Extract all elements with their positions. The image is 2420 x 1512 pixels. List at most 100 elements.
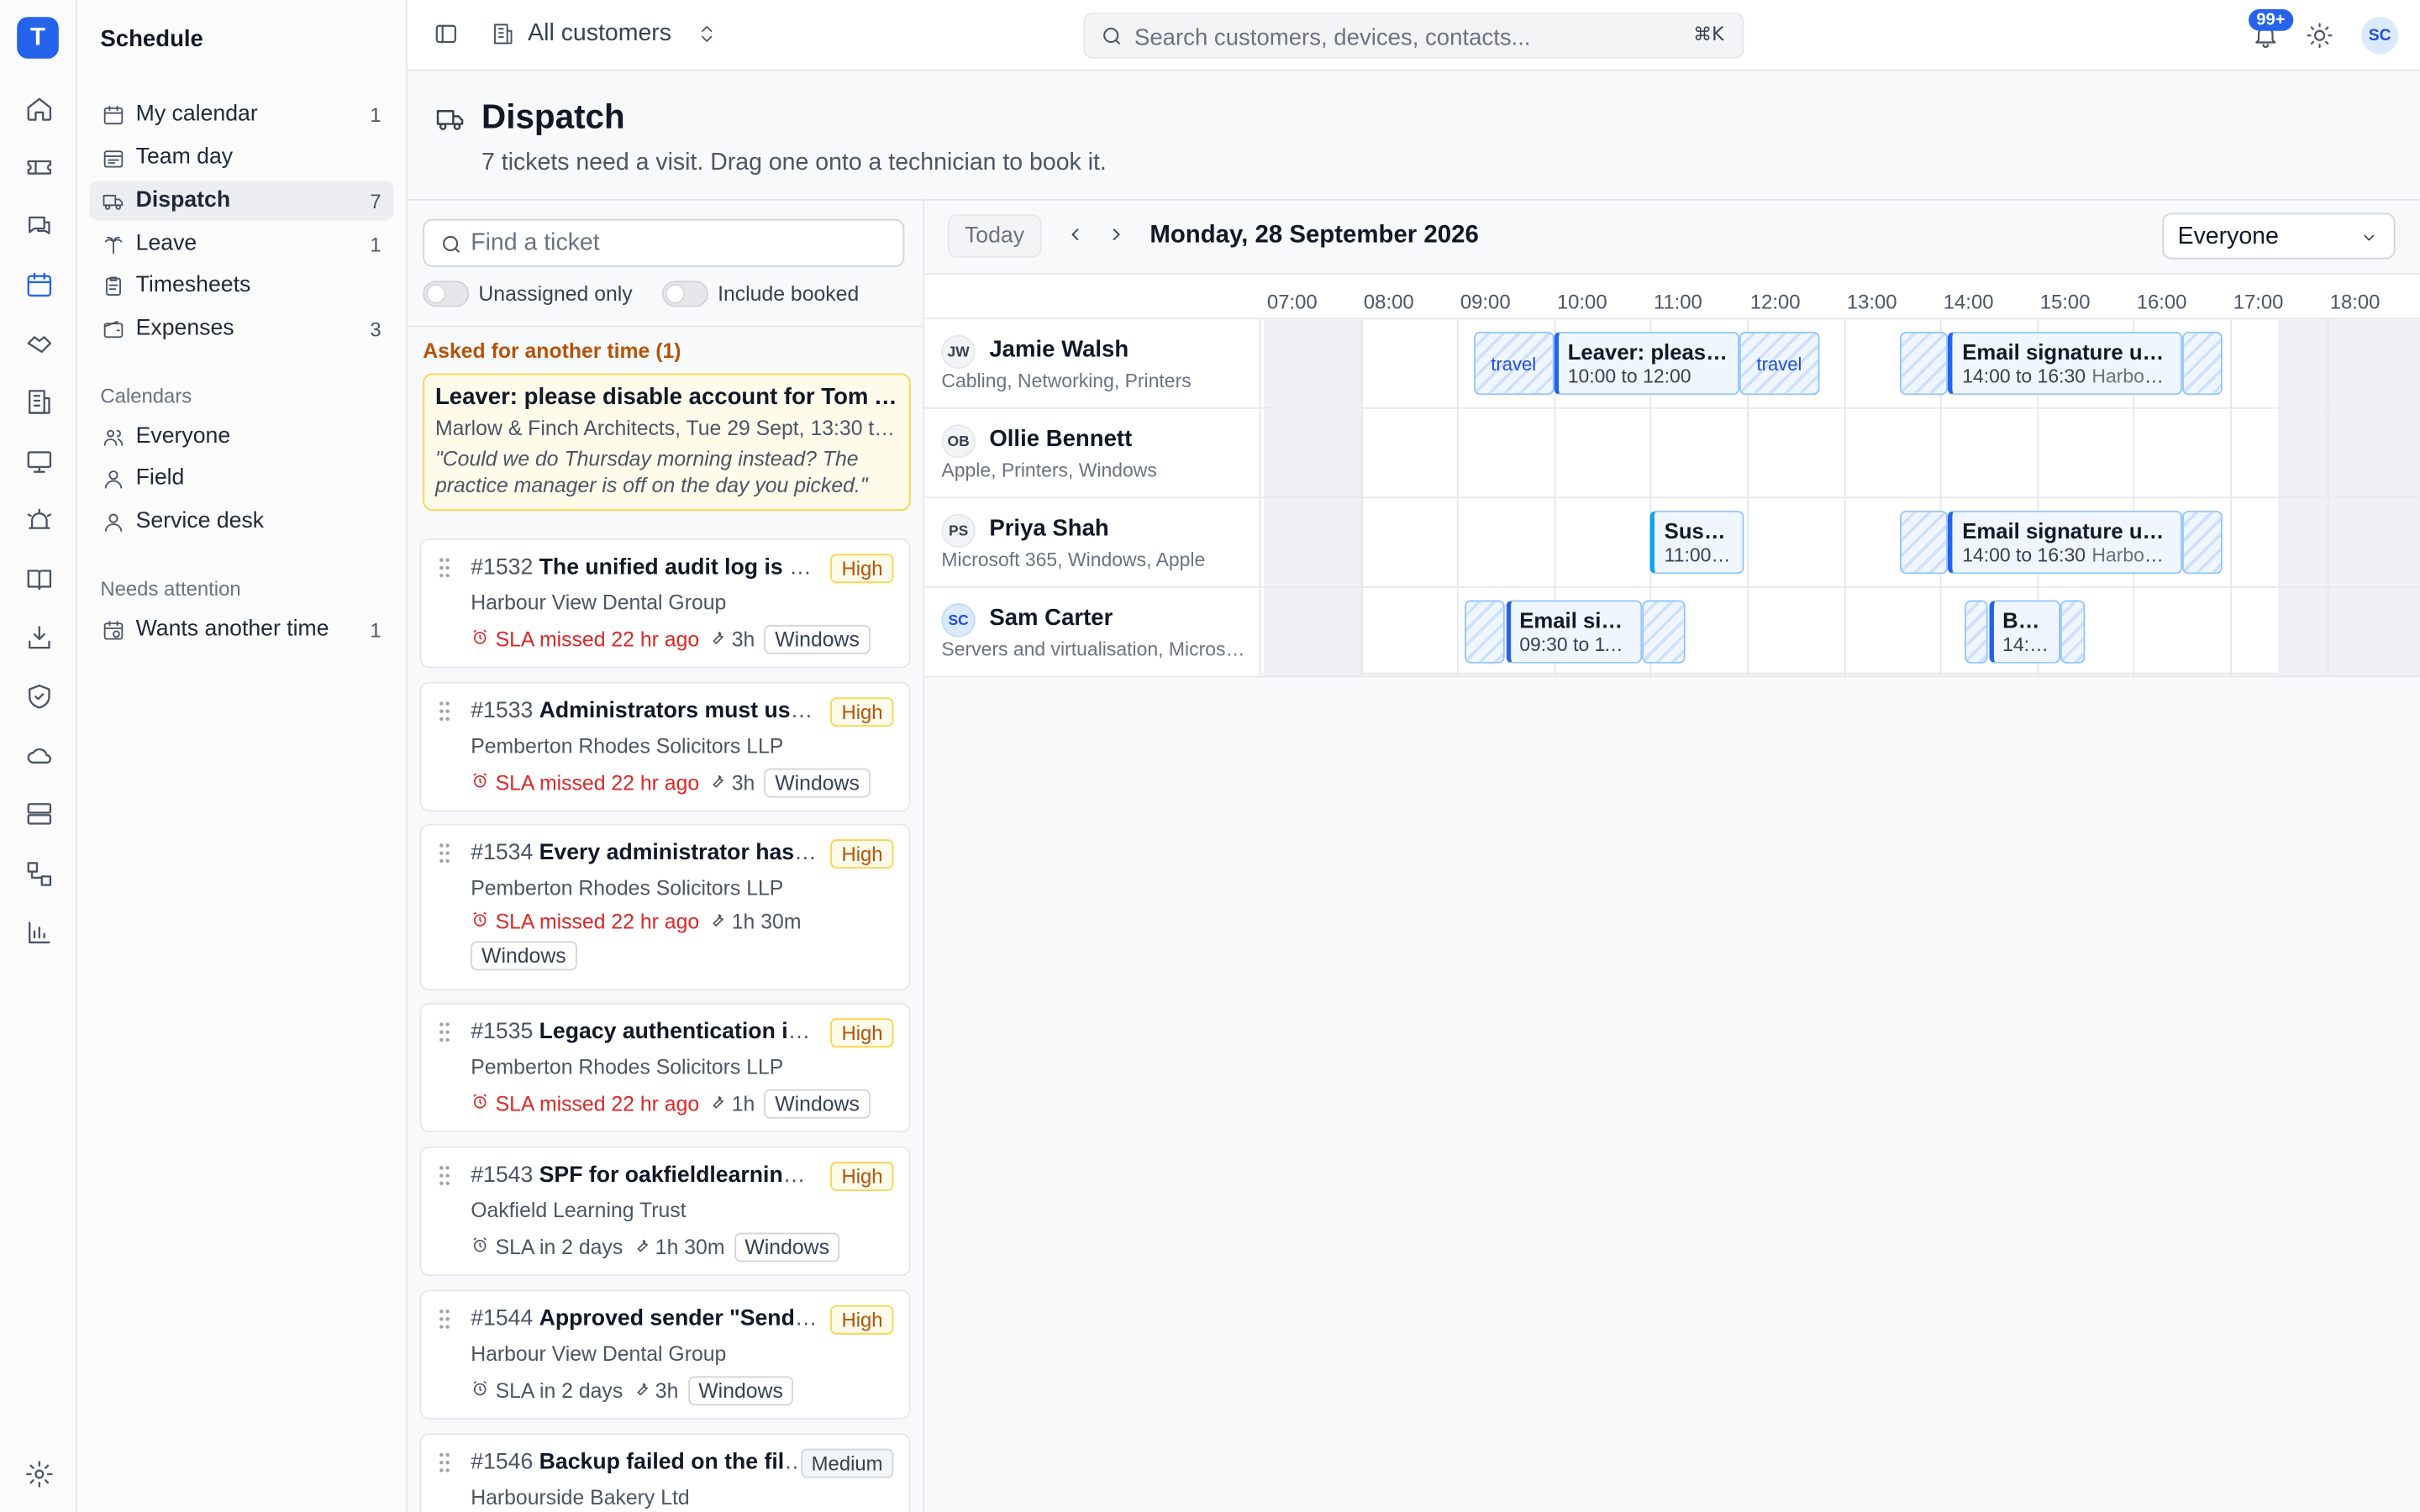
customer-filter[interactable]: All customers <box>528 20 671 48</box>
hour-gridline <box>2326 587 2328 676</box>
booking-block[interactable]: Email signature check09:30 to 11:00 <box>1505 600 1643 664</box>
download-tray-icon[interactable] <box>22 620 55 654</box>
hour-gridline <box>1844 408 1845 497</box>
drag-handle-icon[interactable] <box>439 1309 451 1331</box>
drag-handle-icon[interactable] <box>439 701 451 722</box>
reports-chart-icon[interactable] <box>22 915 55 948</box>
estimated-duration: 1h 30m <box>708 911 801 933</box>
ticket-heading: #1532 The unified audit log is not enabl… <box>471 555 818 580</box>
booking-block[interactable]: Email signature update14:00 to 16:30Harb… <box>1948 331 2182 396</box>
chat-icon[interactable] <box>22 208 55 242</box>
monitor-icon[interactable] <box>22 444 55 478</box>
sidebar-item-team-day[interactable]: Team day <box>90 137 394 177</box>
ticket-heading: #1533 Administrators must use MFA <box>471 699 818 723</box>
ticket-card[interactable]: #1543 SPF for oakfieldlearning trust is … <box>419 1146 911 1276</box>
alarm-clock-icon <box>471 1236 495 1259</box>
toggle-switch[interactable] <box>423 280 470 307</box>
sidebar-toggle-icon[interactable] <box>432 20 460 48</box>
hour-gridline <box>1747 408 1749 497</box>
hour-gridline <box>1360 587 1363 676</box>
ticket-icon[interactable] <box>22 150 55 183</box>
handshake-icon[interactable] <box>22 326 55 360</box>
hour-label: 14:00 <box>1943 290 1994 313</box>
hour-gridline <box>2326 319 2328 407</box>
home-icon[interactable] <box>22 91 55 124</box>
hour-label: 11:00 <box>1653 290 1702 313</box>
ticket-card[interactable]: #1544 Approved sender "Sender" bypasses … <box>419 1289 911 1420</box>
app-logo[interactable]: T <box>17 17 59 59</box>
wallet-icon <box>102 317 125 340</box>
hour-gridline <box>1844 498 1845 586</box>
booking-block[interactable]: Suspicious sign-in review11:00 to 12:00 <box>1650 510 1744 575</box>
find-ticket[interactable] <box>423 218 905 267</box>
today-button[interactable]: Today <box>947 214 1042 258</box>
global-search[interactable]: ⌘K <box>1083 12 1744 59</box>
workflow-icon[interactable] <box>22 856 55 890</box>
search-input[interactable] <box>1134 19 1660 55</box>
asked-ticket-card[interactable]: Leaver: please disable account for Tom A… <box>423 373 911 511</box>
sidebar-item-dispatch[interactable]: Dispatch 7 <box>89 180 394 221</box>
calendar-icon[interactable] <box>22 267 55 301</box>
travel-block: travel <box>1473 331 1555 396</box>
alarm-clock-icon <box>471 1379 495 1403</box>
chevron-right-icon[interactable] <box>1102 221 1129 249</box>
drag-handle-icon[interactable] <box>439 1021 451 1043</box>
drag-handle-icon[interactable] <box>439 843 451 864</box>
shield-icon[interactable] <box>22 679 55 712</box>
toggle-switch[interactable] <box>661 280 709 307</box>
sidebar-item-my-calendar[interactable]: My calendar 1 <box>90 94 394 134</box>
sidebar-item-label: Leave <box>135 231 197 256</box>
sidebar-item-count: 1 <box>370 617 381 642</box>
ticket-customer: Harbour View Dental Group <box>471 591 727 615</box>
ticket-card[interactable]: #1535 Legacy authentication is not block… <box>419 1002 911 1133</box>
technician-avatar: JW <box>941 334 976 369</box>
sun-icon[interactable] <box>2306 22 2333 50</box>
ticket-card[interactable]: #1533 Administrators must use MFA High Pem… <box>419 681 911 812</box>
sidebar-item-timesheets[interactable]: Timesheets <box>90 265 394 306</box>
notifications-badge: 99+ <box>2249 9 2293 31</box>
book-icon[interactable] <box>22 562 55 596</box>
people-filter-select[interactable]: Everyone <box>2162 213 2396 260</box>
sidebar-item-wants-another-time[interactable]: Wants another time 1 <box>90 609 394 649</box>
technician-skills: Servers and virtualisation, Microsoft 36… <box>941 638 1249 661</box>
hour-gridline <box>1457 498 1460 586</box>
technician-info: PS Priya Shah Microsoft 365, Windows, Appl… <box>924 498 1261 586</box>
hour-label: 09:00 <box>1460 290 1511 313</box>
building-icon[interactable] <box>22 384 55 417</box>
travel-block <box>1900 510 1949 575</box>
sidebar-item-label: Expenses <box>135 316 234 341</box>
sidebar-item-service-desk[interactable]: Service desk <box>90 501 394 542</box>
server-icon[interactable] <box>22 796 55 830</box>
sidebar-item-expenses[interactable]: Expenses 3 <box>90 308 394 349</box>
ticket-card[interactable]: #1534 Every administrator has a second a… <box>419 823 911 991</box>
calendar-list-icon <box>102 146 125 170</box>
hour-gridline <box>1360 319 1363 407</box>
technician-info: JW Jamie Walsh Cabling, Networking, Printe… <box>924 319 1261 407</box>
chevron-up-down-icon[interactable] <box>696 22 718 46</box>
sidebar-item-leave[interactable]: Leave 1 <box>90 223 394 264</box>
alarm-clock-icon <box>471 1092 495 1116</box>
ticket-card[interactable]: #1532 The unified audit log is not enabl… <box>419 538 911 669</box>
wrench-icon <box>708 628 732 652</box>
sidebar-item-everyone[interactable]: Everyone <box>90 417 394 457</box>
include-booked-toggle[interactable]: Include booked <box>661 279 859 307</box>
unassigned-only-toggle[interactable]: Unassigned only <box>423 279 633 307</box>
technician-avatar: PS <box>941 513 976 549</box>
dispatch-calendar: Today Monday, 28 September 2026 Everyone… <box>924 198 2420 1512</box>
user-avatar[interactable]: SC <box>2361 17 2399 55</box>
priority-badge: High <box>830 1018 894 1048</box>
chevron-left-icon[interactable] <box>1062 221 1090 249</box>
cloud-icon[interactable] <box>22 738 55 771</box>
sidebar-item-field[interactable]: Field <box>90 458 394 498</box>
alarm-icon[interactable] <box>22 503 55 537</box>
drag-handle-icon[interactable] <box>439 557 451 579</box>
ticket-card[interactable]: #1546 Backup failed on the file serverMe… <box>419 1433 911 1512</box>
booking-block[interactable]: Backup check14:30 to 15:30 <box>1988 600 2061 664</box>
drag-handle-icon[interactable] <box>439 1452 451 1473</box>
booking-block[interactable]: Email signature update14:00 to 16:30Harb… <box>1948 510 2182 575</box>
settings-gear-icon[interactable] <box>22 1457 55 1490</box>
booking-block[interactable]: Leaver: please disable account for Tom A… <box>1554 331 1739 396</box>
travel-block <box>1642 600 1686 664</box>
drag-handle-icon[interactable] <box>439 1165 451 1187</box>
find-ticket-input[interactable] <box>471 226 888 261</box>
